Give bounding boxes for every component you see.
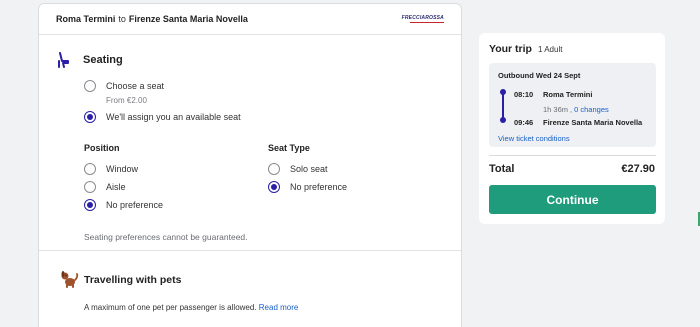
divider [489, 155, 656, 156]
seating-disclaimer: Seating preferences cannot be guaranteed… [84, 232, 248, 242]
journey-details: Outbound Wed 24 Sept 08:10 Roma Termini … [489, 63, 656, 147]
radio-button-selected[interactable] [84, 111, 96, 123]
duration-separator: , [570, 105, 573, 114]
trip-header: Your trip 1 Adult [489, 43, 562, 55]
operator-logo: FRECCIAROSSA [402, 15, 444, 23]
trip-summary-card: Your trip 1 Adult Outbound Wed 24 Sept 0… [479, 33, 665, 224]
passenger-count: 1 Adult [537, 45, 563, 54]
radio-label: We'll assign you an available seat [106, 112, 241, 122]
radio-label: No preference [290, 182, 348, 192]
radio-button-selected[interactable] [84, 199, 96, 211]
departure-time: 08:10 [514, 90, 534, 99]
radio-seat-type-no-preference[interactable]: No preference [268, 181, 347, 193]
departure-station: Roma Termini [543, 90, 593, 99]
radio-aisle[interactable]: Aisle [84, 181, 126, 193]
main-card: Roma Termini to Firenze Santa Maria Nove… [38, 3, 462, 327]
position-label: Position [84, 143, 120, 153]
changes-link[interactable]: 0 changes [574, 105, 609, 114]
journey-timeline [500, 89, 506, 123]
total-label: Total [489, 163, 515, 175]
origin-station: Roma Termini [56, 14, 116, 24]
radio-solo-seat[interactable]: Solo seat [268, 163, 328, 175]
trip-title: Your trip [489, 43, 532, 55]
pets-title: Travelling with pets [84, 274, 182, 286]
radio-button-selected[interactable] [268, 181, 280, 193]
radio-label: No preference [106, 200, 164, 210]
duration-text: 1h 36m [543, 105, 569, 114]
seating-title: Seating [83, 54, 123, 66]
seat-icon [57, 52, 71, 73]
seat-type-label: Seat Type [268, 143, 310, 153]
radio-assign-seat[interactable]: We'll assign you an available seat [84, 111, 241, 123]
pets-description-text: A maximum of one pet per passenger is al… [84, 303, 257, 312]
radio-button[interactable] [84, 80, 96, 92]
read-more-link[interactable]: Read more [259, 303, 299, 312]
destination-station: Firenze Santa Maria Novella [128, 14, 248, 24]
radio-label: Aisle [106, 182, 126, 192]
pets-description: A maximum of one pet per passenger is al… [84, 303, 298, 312]
pets-section: Travelling with pets A maximum of one pe… [39, 252, 461, 327]
radio-choose-seat[interactable]: Choose a seat [84, 80, 164, 92]
seat-price-note: From €2.00 [106, 96, 147, 105]
seating-section: Seating Choose a seat From €2.00 We'll a… [39, 36, 461, 251]
outbound-label: Outbound Wed 24 Sept [498, 71, 581, 80]
journey-duration: 1h 36m, 0 changes [543, 105, 609, 114]
continue-button[interactable]: Continue [489, 185, 656, 214]
radio-label: Choose a seat [106, 81, 165, 91]
radio-button[interactable] [84, 181, 96, 193]
operator-logo-text: FRECCIAROSSA [401, 15, 444, 21]
departure-dot [500, 89, 506, 95]
radio-label: Solo seat [290, 164, 328, 174]
radio-window[interactable]: Window [84, 163, 138, 175]
arrival-time: 09:46 [514, 118, 534, 127]
route-connector: to [118, 14, 126, 24]
dog-icon [59, 269, 79, 294]
arrival-station: Firenze Santa Maria Novella [543, 118, 643, 127]
operator-logo-line [410, 22, 444, 23]
route-header: Roma Termini to Firenze Santa Maria Nove… [39, 4, 461, 35]
view-ticket-conditions-link[interactable]: View ticket conditions [498, 134, 570, 143]
radio-button[interactable] [268, 163, 280, 175]
radio-button[interactable] [84, 163, 96, 175]
radio-position-no-preference[interactable]: No preference [84, 199, 163, 211]
total-price: €27.90 [621, 163, 655, 175]
arrival-dot [500, 117, 506, 123]
radio-label: Window [106, 164, 139, 174]
